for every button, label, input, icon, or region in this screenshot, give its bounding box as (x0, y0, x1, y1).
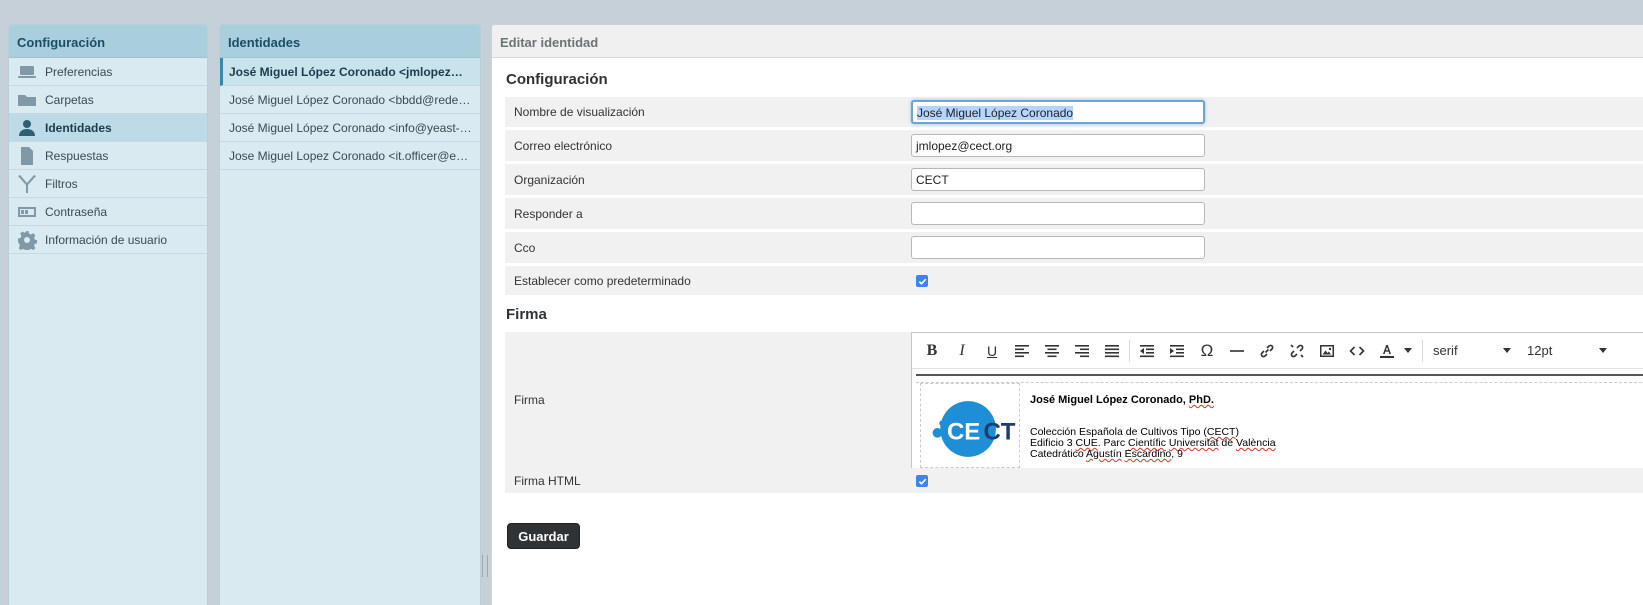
link-icon[interactable] (1252, 338, 1282, 364)
html-signature-row: Firma HTML (505, 468, 1643, 493)
sidebar-item-label: Carpetas (45, 92, 94, 107)
settings-title: Configuración (9, 25, 207, 58)
toolbar-separator (1422, 339, 1423, 362)
edit-identity-title: Editar identidad (492, 25, 1643, 58)
special-char-icon[interactable]: Ω (1192, 338, 1222, 364)
email-input[interactable]: jmlopez@cect.org (911, 134, 1205, 157)
default-label: Establecer como predeterminado (514, 274, 691, 288)
bcc-label: Cco (514, 241, 536, 255)
font-size-value: 12pt (1527, 343, 1553, 358)
sidebar-item-user-info[interactable]: Información de usuario (9, 226, 207, 254)
chevron-down-icon (1599, 348, 1607, 353)
font-family-select[interactable]: serif (1425, 338, 1519, 364)
signature-editor[interactable]: B I U Ω serif 12pt CE CT José Miguel Lóp… (911, 332, 1643, 469)
identity-list-item[interactable]: Jose Miguel Lopez Coronado <it.officer@e… (220, 142, 480, 170)
text-color-dropdown-icon[interactable] (1404, 348, 1412, 353)
gear-icon (17, 230, 37, 250)
cect-logo: CE CT (932, 401, 1016, 457)
sidebar-item-identities[interactable]: Identidades (9, 114, 207, 142)
default-row: Establecer como predeterminado (505, 266, 1643, 295)
html-signature-label: Firma HTML (514, 474, 581, 488)
identities-title: Identidades (220, 25, 480, 58)
sidebar-item-label: Contraseña (45, 204, 108, 219)
checkmark-icon (918, 278, 926, 285)
toolbar-separator (1129, 339, 1130, 362)
signature-content[interactable]: CE CT José Miguel López Coronado, PhD. C… (916, 382, 1643, 468)
bcc-row: Cco (505, 232, 1643, 263)
sidebar-item-responses[interactable]: Respuestas (9, 142, 207, 170)
folder-icon (17, 90, 37, 110)
save-button[interactable]: Guardar (507, 523, 580, 549)
sidebar-item-label: Preferencias (45, 64, 113, 79)
reply-to-row: Responder a (505, 198, 1643, 229)
chevron-down-icon (1503, 348, 1511, 353)
bcc-input[interactable] (911, 236, 1205, 259)
align-right-icon[interactable] (1067, 338, 1097, 364)
identity-list-item[interactable]: José Miguel López Coronado <info@yeast-i… (220, 114, 480, 142)
display-name-label: Nombre de visualización (514, 105, 645, 119)
signature-name: José Miguel López Coronado, (1030, 394, 1189, 406)
align-justify-icon[interactable] (1097, 338, 1127, 364)
laptop-icon (17, 62, 37, 82)
identities-panel: Identidades José Miguel López Coronado <… (219, 24, 481, 605)
editor-divider (916, 374, 1643, 376)
sidebar-item-label: Identidades (45, 120, 112, 135)
password-icon (17, 202, 37, 222)
html-signature-checkbox[interactable] (916, 475, 928, 487)
signature-row: Firma B I U Ω serif 12pt CE CT José Migu… (505, 332, 1643, 469)
font-size-select[interactable]: 12pt (1519, 338, 1615, 364)
outdent-icon[interactable] (1132, 338, 1162, 364)
editor-toolbar: B I U Ω serif 12pt (912, 333, 1643, 369)
sidebar-item-preferences[interactable]: Preferencias (9, 58, 207, 86)
display-name-value: José Miguel López Coronado (917, 106, 1074, 120)
signature-text: José Miguel López Coronado, PhD. Colecci… (1030, 395, 1276, 460)
horizontal-rule-icon[interactable] (1222, 338, 1252, 364)
checkmark-icon (918, 478, 926, 485)
unlink-icon[interactable] (1282, 338, 1312, 364)
settings-panel: Configuración Preferencias Carpetas Iden… (8, 24, 208, 605)
organization-input[interactable]: CECT (911, 168, 1205, 191)
align-center-icon[interactable] (1037, 338, 1067, 364)
email-row: Correo electrónico jmlopez@cect.org (505, 130, 1643, 161)
sidebar-item-label: Filtros (45, 176, 78, 191)
underline-icon[interactable]: U (977, 338, 1007, 364)
filter-icon (17, 174, 37, 194)
sidebar-item-filters[interactable]: Filtros (9, 170, 207, 198)
sidebar-item-label: Respuestas (45, 148, 109, 163)
code-icon[interactable] (1342, 338, 1372, 364)
default-checkbox[interactable] (916, 275, 928, 287)
signature-name-line: José Miguel López Coronado, PhD. (1030, 395, 1276, 406)
reply-to-input[interactable] (911, 202, 1205, 225)
signature-address-2: Catedrático Agustín Escardino, 9 (1030, 448, 1183, 460)
bold-icon[interactable]: B (917, 338, 947, 364)
display-name-input[interactable]: José Miguel López Coronado (911, 100, 1205, 124)
sidebar-item-folders[interactable]: Carpetas (9, 86, 207, 114)
user-icon (17, 118, 37, 138)
signature-section-title: Firma (506, 306, 547, 323)
signature-label: Firma (514, 393, 545, 407)
display-name-row: Nombre de visualización José Miguel Lópe… (505, 97, 1643, 127)
panel-resize-handle[interactable] (482, 555, 488, 577)
logo-text-ce: CE (947, 419, 980, 446)
signature-title: PhD. (1188, 394, 1214, 406)
reply-to-label: Responder a (514, 207, 583, 221)
image-icon[interactable] (1312, 338, 1342, 364)
sidebar-item-label: Información de usuario (45, 232, 168, 247)
indent-icon[interactable] (1162, 338, 1192, 364)
config-section-title: Configuración (506, 71, 608, 88)
text-color-icon[interactable] (1372, 338, 1402, 364)
document-icon (17, 146, 37, 166)
identity-list-item[interactable]: José Miguel López Coronado <bbdd@redes.c… (220, 86, 480, 114)
logo-text-ct: CT (983, 419, 1015, 446)
signature-logo-cell: CE CT (920, 383, 1020, 468)
email-label: Correo electrónico (514, 139, 613, 153)
font-family-value: serif (1433, 343, 1458, 358)
identity-list-item[interactable]: José Miguel López Coronado <jmlopez@cect… (220, 58, 480, 86)
organization-row: Organización CECT (505, 164, 1643, 195)
sidebar-item-password[interactable]: Contraseña (9, 198, 207, 226)
align-left-icon[interactable] (1007, 338, 1037, 364)
organization-label: Organización (514, 173, 585, 187)
edit-identity-panel: Editar identidad Configuración Nombre de… (491, 24, 1643, 605)
italic-icon[interactable]: I (947, 338, 977, 364)
